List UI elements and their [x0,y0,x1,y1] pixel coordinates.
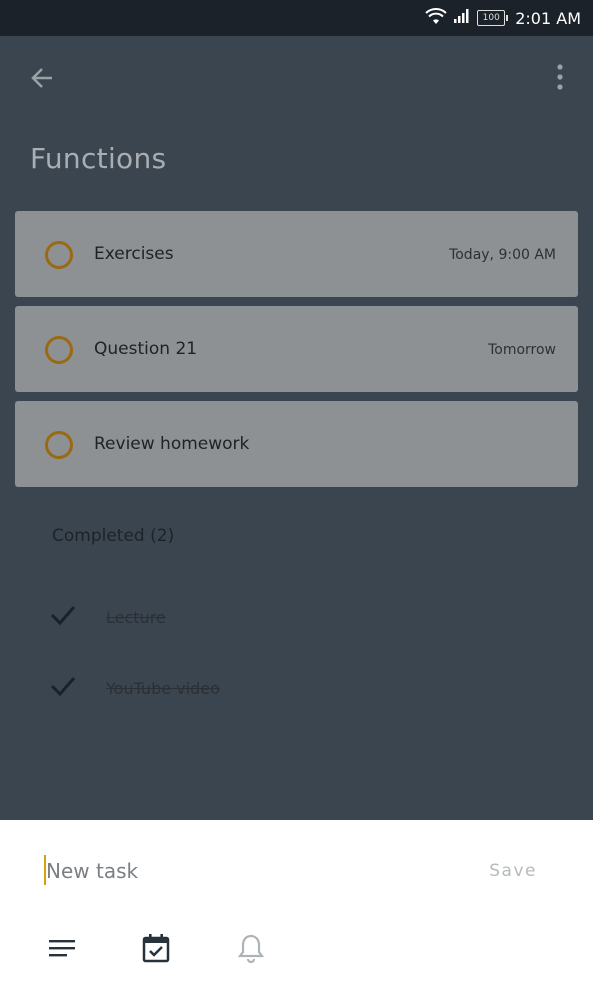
task-card[interactable]: Review homework [15,401,578,487]
task-checkbox[interactable] [45,336,73,364]
page-title: Functions [30,142,167,175]
battery-icon: 100 [477,10,509,26]
signal-icon [453,8,471,28]
bell-icon[interactable] [233,930,269,966]
task-card[interactable]: Exercises Today, 9:00 AM [15,211,578,297]
check-icon[interactable] [48,673,78,703]
back-arrow-icon[interactable] [28,64,56,96]
new-task-sheet [0,820,593,1000]
task-name: Question 21 [94,339,198,359]
task-name: Review homework [94,434,250,454]
task-name: Exercises [94,244,174,264]
notes-icon[interactable] [44,930,80,966]
calendar-check-icon[interactable] [138,930,174,966]
more-vert-icon[interactable] [557,64,563,94]
app-bar [0,36,593,116]
completed-item-label: YouTube video [106,679,220,698]
new-task-input[interactable] [46,856,466,886]
task-due: Today, 9:00 AM [449,247,556,263]
task-checkbox[interactable] [45,431,73,459]
task-due: Tomorrow [488,342,556,358]
task-checkbox[interactable] [45,241,73,269]
clock: 2:01 AM [515,8,581,28]
completed-item[interactable]: YouTube video [48,673,348,703]
completed-heading[interactable]: Completed (2) [52,526,174,546]
completed-item-label: Lecture [106,608,166,627]
save-button[interactable]: Save [489,861,537,881]
completed-item[interactable]: Lecture [48,602,348,632]
task-card[interactable]: Question 21 Tomorrow [15,306,578,392]
check-icon[interactable] [48,602,78,632]
wifi-icon [425,7,447,29]
status-bar: 100 2:01 AM [0,0,593,36]
